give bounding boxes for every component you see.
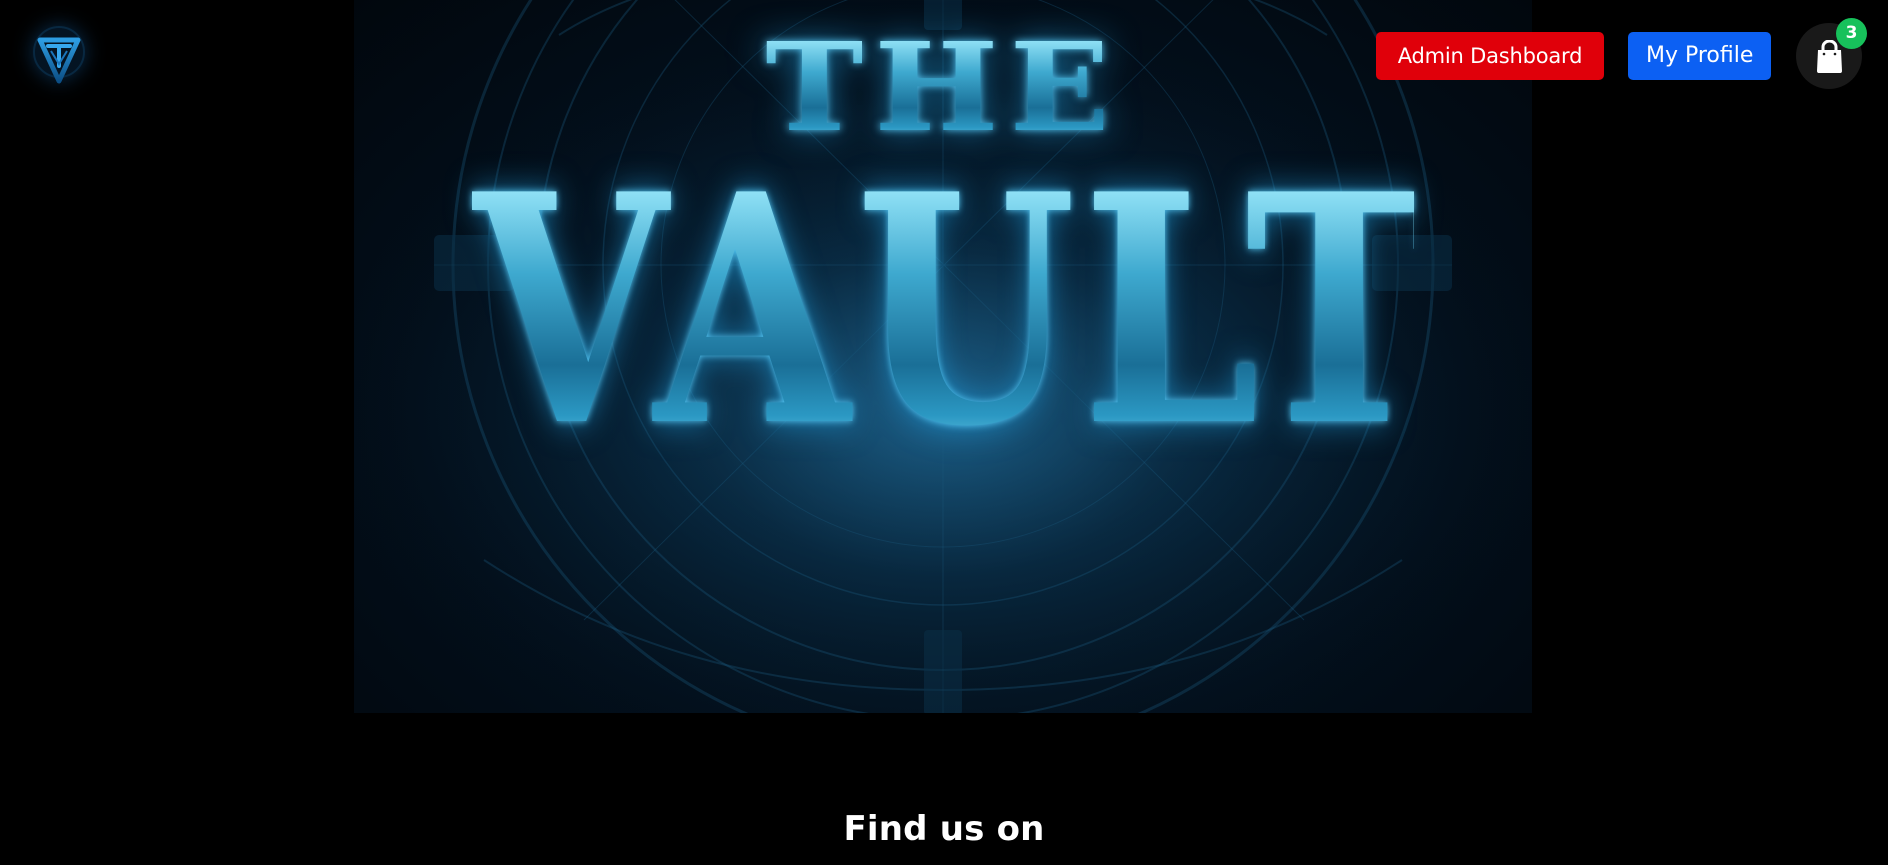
page: THE VAULT Admin Dashboard My Profile 3 F… <box>0 0 1888 865</box>
find-us-heading: Find us on <box>843 809 1045 849</box>
cart-count-badge: 3 <box>1836 18 1867 49</box>
my-profile-button[interactable]: My Profile <box>1628 32 1771 80</box>
hero-title-vault: VAULT <box>471 126 1440 496</box>
admin-dashboard-button[interactable]: Admin Dashboard <box>1376 32 1604 80</box>
shopping-bag-icon <box>1817 40 1842 73</box>
vault-logo-icon[interactable] <box>30 22 88 86</box>
hero-banner: THE VAULT <box>354 0 1532 713</box>
